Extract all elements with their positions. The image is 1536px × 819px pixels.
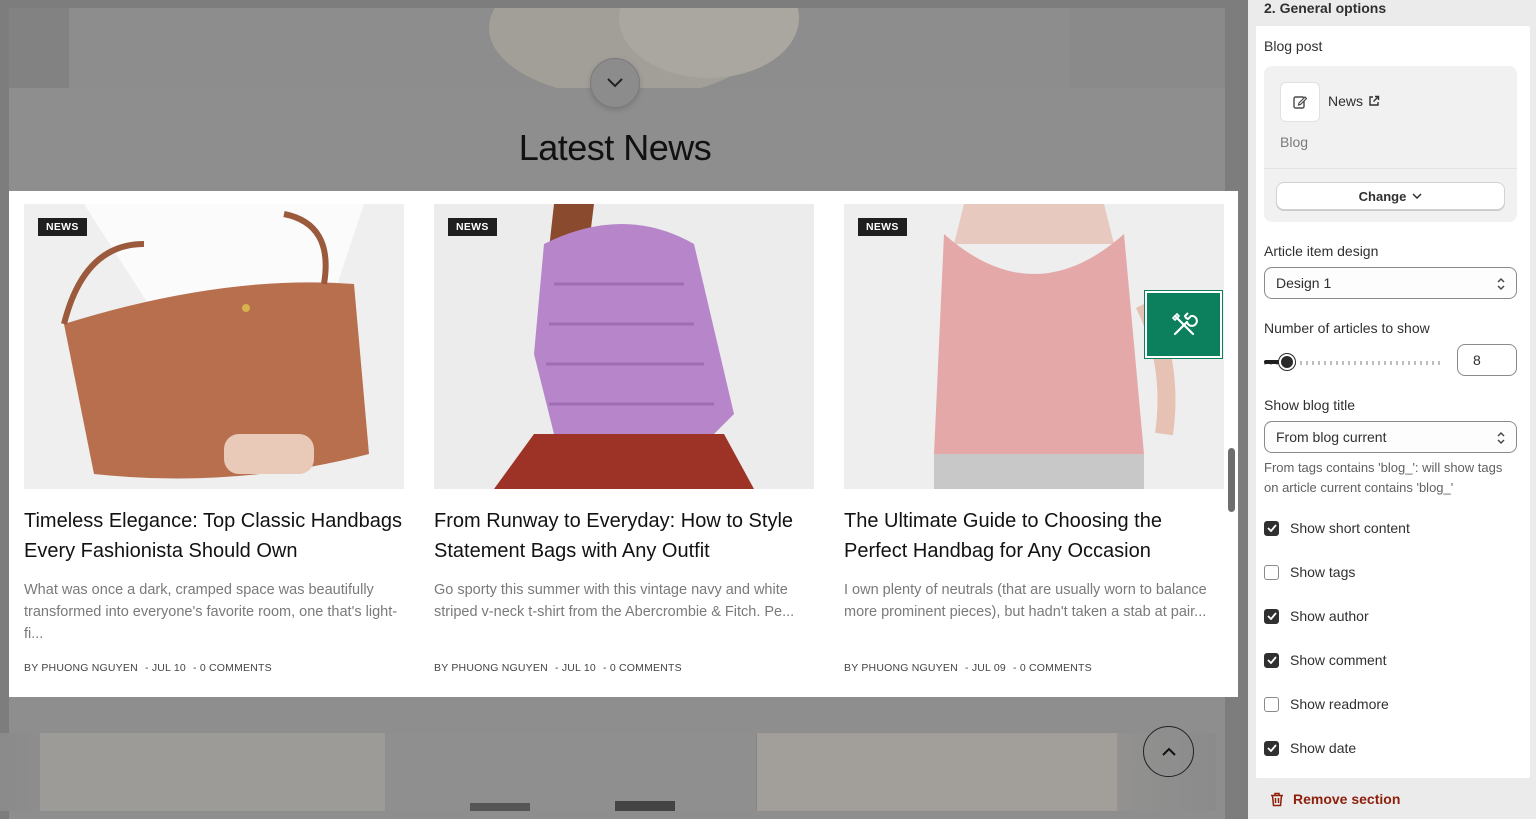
divider xyxy=(1264,168,1517,169)
theme-tools-button[interactable] xyxy=(1144,290,1223,359)
article-meta: BY PHUONG NGUYEN - JUL 10 - 0 COMMENTS xyxy=(434,662,814,674)
articles-count-input[interactable]: 8 xyxy=(1457,344,1517,376)
article-meta: BY PHUONG NGUYEN - JUL 09 - 0 COMMENTS xyxy=(844,662,1224,674)
article-title[interactable]: The Ultimate Guide to Choosing the Perfe… xyxy=(844,506,1224,566)
collection-image-strip xyxy=(0,733,1216,811)
article-excerpt: I own plenty of neutrals (that are usual… xyxy=(844,582,1207,620)
section-title: Latest News xyxy=(518,127,712,168)
category-badge[interactable]: NEWS xyxy=(858,218,907,236)
article-card[interactable]: NEWS From Runway to Everyday: How to Sty… xyxy=(434,204,814,674)
article-author[interactable]: BY PHUONG NGUYEN xyxy=(434,662,548,674)
blog-picker: News Blog Change xyxy=(1264,66,1517,222)
articles-count-slider-handle[interactable] xyxy=(1279,354,1295,370)
article-image[interactable]: NEWS xyxy=(24,204,404,489)
checkmark-icon xyxy=(1266,744,1277,752)
article-comments[interactable]: - 0 COMMENTS xyxy=(603,662,682,674)
change-label: Change xyxy=(1358,188,1407,204)
article-design-value: Design 1 xyxy=(1276,275,1332,291)
checkbox-row[interactable]: Show readmore xyxy=(1264,696,1389,712)
trash-icon xyxy=(1271,792,1283,806)
options-card: Blog post News Blog Change Article item … xyxy=(1256,26,1530,778)
article-title[interactable]: From Runway to Everyday: How to Style St… xyxy=(434,506,814,566)
article-date: - JUL 10 xyxy=(555,662,596,674)
change-blog-button[interactable]: Change xyxy=(1276,182,1505,210)
blog-name: News xyxy=(1328,93,1364,109)
checkbox-label: Show comment xyxy=(1290,652,1387,668)
checkbox-label: Show readmore xyxy=(1290,696,1389,712)
edit-note-icon xyxy=(1293,96,1308,109)
checkbox-label: Show tags xyxy=(1290,564,1356,580)
article-meta: BY PHUONG NGUYEN - JUL 10 - 0 COMMENTS xyxy=(24,662,404,674)
checkbox-row[interactable]: Show date xyxy=(1264,740,1356,756)
blog-post-label: Blog post xyxy=(1264,38,1323,54)
panel-heading: 2. General options xyxy=(1264,0,1387,16)
checkbox-row[interactable]: Show comment xyxy=(1264,652,1386,668)
chevron-down-icon xyxy=(1412,193,1422,199)
collection-image xyxy=(40,733,1117,811)
latest-news-section[interactable]: NEWS Timeless Elegance: Top Classic Hand… xyxy=(9,191,1238,697)
articles-count-label: Number of articles to show xyxy=(1264,320,1430,336)
blog-title-help: From tags contains 'blog_': will show ta… xyxy=(1264,460,1503,495)
handbag-photo xyxy=(24,204,404,489)
article-date: - JUL 09 xyxy=(965,662,1006,674)
blog-link[interactable]: News xyxy=(1328,93,1380,109)
select-arrows-icon xyxy=(1497,277,1505,291)
remove-section-button[interactable]: Remove section xyxy=(1270,791,1400,807)
theme-preview: Latest News NEWS Timeless Elegance: Top … xyxy=(0,0,1248,819)
chevron-up-icon xyxy=(1161,747,1176,756)
article-card[interactable]: NEWS The Ultimate Guide to Choosing the … xyxy=(844,204,1224,674)
blog-type: Blog xyxy=(1280,134,1309,150)
category-badge[interactable]: NEWS xyxy=(38,218,87,236)
article-design-label: Article item design xyxy=(1264,243,1379,259)
checkbox-checked[interactable] xyxy=(1264,740,1279,756)
article-author[interactable]: BY PHUONG NGUYEN xyxy=(844,662,958,674)
article-card[interactable]: NEWS Timeless Elegance: Top Classic Hand… xyxy=(24,204,404,674)
remove-section-label: Remove section xyxy=(1293,791,1401,807)
select-arrows-icon xyxy=(1497,431,1505,445)
blog-title-label: Show blog title xyxy=(1264,397,1356,413)
article-title[interactable]: Timeless Elegance: Top Classic Handbags … xyxy=(24,506,404,566)
preview-scrollbar[interactable] xyxy=(1228,448,1235,512)
blog-title-select[interactable]: From blog current xyxy=(1264,421,1517,453)
article-author[interactable]: BY PHUONG NGUYEN xyxy=(24,662,138,674)
checkbox-unchecked[interactable] xyxy=(1264,564,1279,580)
chevron-down-icon xyxy=(607,78,623,88)
scroll-top-button[interactable] xyxy=(1143,726,1194,777)
article-design-select[interactable]: Design 1 xyxy=(1264,267,1517,299)
checkbox-checked[interactable] xyxy=(1264,520,1279,536)
checkbox-row[interactable]: Show tags xyxy=(1264,564,1355,580)
checkbox-label: Show short content xyxy=(1290,520,1410,536)
external-link-icon xyxy=(1369,95,1380,106)
checkbox-label: Show author xyxy=(1290,608,1369,624)
checkmark-icon xyxy=(1266,612,1277,620)
checkbox-unchecked[interactable] xyxy=(1264,696,1279,712)
article-date: - JUL 10 xyxy=(145,662,186,674)
tools-icon xyxy=(1171,311,1198,335)
checkbox-row[interactable]: Show author xyxy=(1264,608,1369,624)
articles-count-value: 8 xyxy=(1473,352,1481,368)
blog-icon xyxy=(1280,82,1320,122)
article-comments[interactable]: - 0 COMMENTS xyxy=(1013,662,1092,674)
checkmark-icon xyxy=(1266,524,1277,532)
category-badge[interactable]: NEWS xyxy=(448,218,497,236)
puffer-jacket-photo xyxy=(434,204,814,489)
checkbox-checked[interactable] xyxy=(1264,652,1279,668)
scroll-down-button[interactable] xyxy=(590,58,640,108)
checkbox-label: Show date xyxy=(1290,740,1357,756)
article-comments[interactable]: - 0 COMMENTS xyxy=(193,662,272,674)
article-image[interactable]: NEWS xyxy=(434,204,814,489)
blog-title-value: From blog current xyxy=(1276,429,1387,445)
checkbox-checked[interactable] xyxy=(1264,608,1279,624)
settings-panel: 2. General options Blog post News Blog C… xyxy=(1248,0,1536,819)
checkmark-icon xyxy=(1266,656,1277,664)
article-excerpt: What was once a dark, cramped space was … xyxy=(24,582,398,642)
checkbox-row[interactable]: Show short content xyxy=(1264,520,1410,536)
article-excerpt: Go sporty this summer with this vintage … xyxy=(434,582,795,620)
